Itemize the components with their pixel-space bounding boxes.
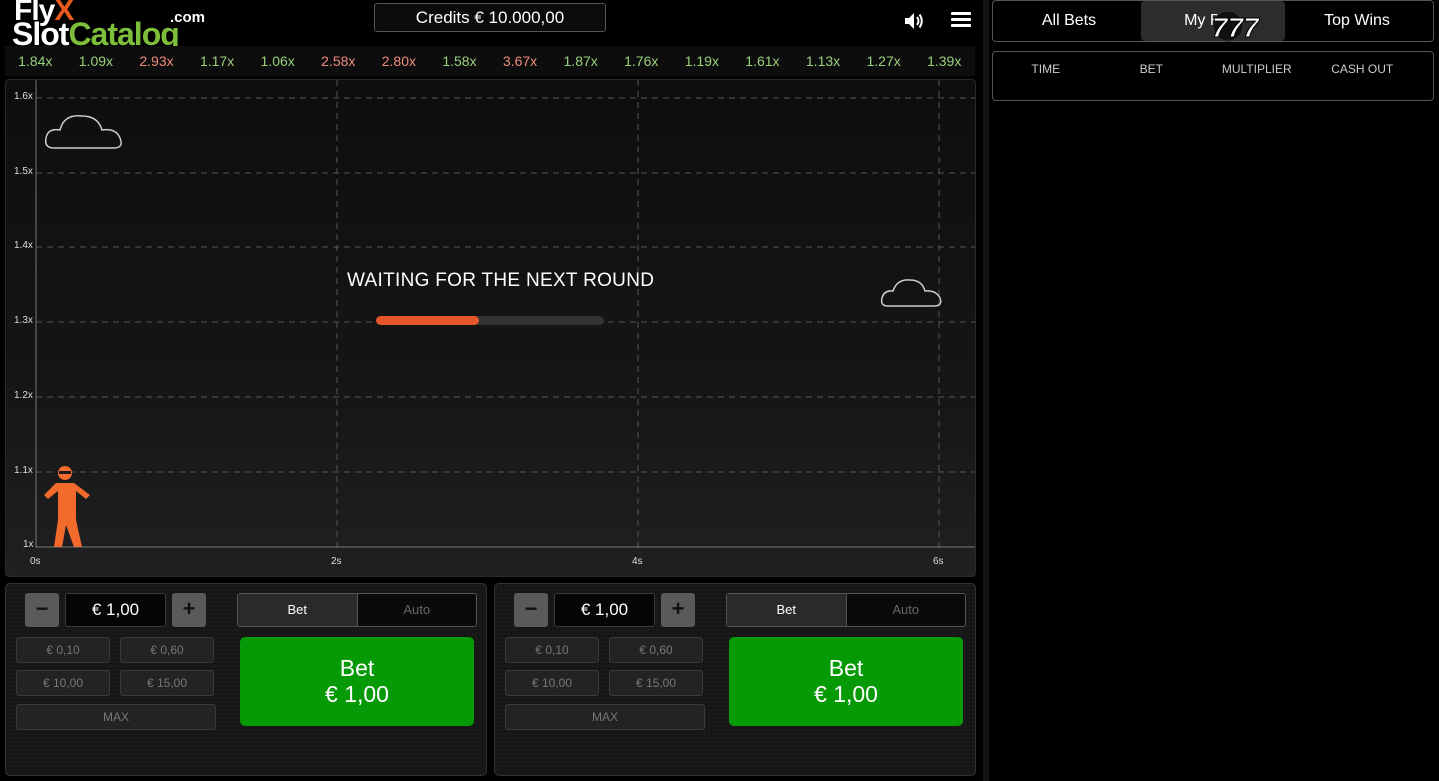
- column-header-multiplier: MULTIPLIER: [1221, 62, 1292, 76]
- menu-icon[interactable]: [951, 12, 971, 30]
- history-multiplier: 1.27x: [866, 53, 901, 69]
- bet-button-label: Bet: [828, 655, 864, 681]
- max-bet-button[interactable]: MAX: [16, 704, 216, 730]
- bet-mode-toggle: Bet Auto: [726, 593, 966, 627]
- tab-top-wins[interactable]: Top Wins: [1285, 1, 1429, 41]
- y-axis-label: 1.1x: [14, 465, 33, 476]
- place-bet-button[interactable]: Bet € 1,00: [240, 637, 474, 726]
- round-progress-bar: [376, 316, 604, 325]
- multiplier-history: 1.84x 1.09x 2.93x 1.17x 1.06x 2.58x 2.80x 1.58x…: [5, 46, 975, 76]
- history-multiplier: 1.19x: [684, 53, 719, 69]
- history-multiplier: 1.87x: [563, 53, 598, 69]
- history-multiplier: 2.93x: [139, 53, 174, 69]
- panel-divider: [983, 0, 989, 781]
- bet-button-amount: € 1,00: [814, 681, 878, 707]
- increase-bet-button[interactable]: +: [172, 593, 206, 627]
- history-multiplier: 1.09x: [78, 53, 114, 69]
- quick-bet-chip[interactable]: € 0,10: [505, 637, 599, 663]
- quick-bet-chip[interactable]: € 10,00: [16, 670, 110, 696]
- quick-bet-chip[interactable]: € 0,60: [120, 637, 214, 663]
- column-header-bet: BET: [1139, 62, 1163, 76]
- history-multiplier: 1.13x: [805, 53, 841, 69]
- decrease-bet-button[interactable]: −: [514, 593, 548, 627]
- cloud-icon: [880, 279, 942, 307]
- x-axis-label: 2s: [331, 556, 342, 567]
- quick-bet-chip[interactable]: € 15,00: [120, 670, 214, 696]
- bet-button-label: Bet: [339, 655, 375, 681]
- cloud-icon: [44, 115, 122, 149]
- quick-bet-chip[interactable]: € 15,00: [609, 670, 703, 696]
- history-multiplier: 2.58x: [321, 53, 356, 69]
- y-axis-label: 1.5x: [14, 166, 33, 177]
- history-multiplier: 1.39x: [927, 53, 962, 69]
- y-axis-label: 1.3x: [14, 315, 33, 326]
- bet-amount-input[interactable]: € 1,00: [554, 593, 655, 627]
- y-axis-label: 1.4x: [14, 240, 33, 251]
- bet-panel-1: − € 1,00 + Bet Auto € 0,10 € 0,60 € 10,0…: [5, 583, 487, 776]
- x-axis-label: 4s: [632, 556, 643, 567]
- y-axis-label: 1.6x: [14, 91, 33, 102]
- bet-mode-toggle: Bet Auto: [237, 593, 477, 627]
- round-progress-fill: [376, 316, 479, 325]
- tab-bet-mode[interactable]: Bet: [238, 594, 357, 626]
- logo-dotcom: .com: [170, 9, 206, 26]
- column-header-time: TIME: [1031, 62, 1061, 76]
- badge-text: 777: [1212, 12, 1260, 42]
- sound-icon[interactable]: [903, 10, 925, 32]
- quick-bet-chip[interactable]: € 10,00: [505, 670, 599, 696]
- decrease-bet-button[interactable]: −: [25, 593, 59, 627]
- x-axis-label: 0s: [30, 556, 41, 567]
- quick-bet-chip[interactable]: € 0,60: [609, 637, 703, 663]
- column-header-cash-out: CASH OUT: [1331, 62, 1394, 76]
- history-multiplier: 1.61x: [745, 53, 780, 69]
- x-axis-label: 6s: [933, 556, 944, 567]
- y-axis-label: 1x: [23, 539, 34, 550]
- waiting-message: WAITING FOR THE NEXT ROUND: [347, 270, 655, 291]
- bets-table: TIME BET MULTIPLIER CASH OUT: [992, 51, 1434, 101]
- tab-auto-mode[interactable]: Auto: [845, 594, 966, 626]
- credits-display: Credits € 10.000,00: [374, 3, 606, 32]
- history-multiplier: 1.76x: [624, 53, 659, 69]
- history-multiplier: 1.17x: [199, 53, 235, 69]
- tab-bet-mode[interactable]: Bet: [727, 594, 846, 626]
- quick-bet-chip[interactable]: € 0,10: [16, 637, 110, 663]
- history-multiplier: 1.84x: [18, 53, 53, 69]
- tab-auto-mode[interactable]: Auto: [356, 594, 477, 626]
- tab-all-bets[interactable]: All Bets: [997, 1, 1141, 41]
- history-multiplier: 1.06x: [260, 53, 295, 69]
- max-bet-button[interactable]: MAX: [505, 704, 705, 730]
- bet-amount-input[interactable]: € 1,00: [65, 593, 166, 627]
- bet-button-amount: € 1,00: [325, 681, 389, 707]
- history-multiplier: 1.58x: [442, 53, 477, 69]
- increase-bet-button[interactable]: +: [661, 593, 695, 627]
- y-axis-label: 1.2x: [14, 390, 33, 401]
- graph-grid: [35, 80, 975, 548]
- bet-panel-2: − € 1,00 + Bet Auto € 0,10 € 0,60 € 10,0…: [494, 583, 976, 776]
- place-bet-button[interactable]: Bet € 1,00: [729, 637, 963, 726]
- history-multiplier: 2.80x: [381, 53, 416, 69]
- game-graph: 1.6x 1.5x 1.4x 1.3x 1.2x 1.1x 1x 0s 2s 4…: [5, 79, 976, 577]
- history-multiplier: 3.67x: [502, 53, 538, 69]
- pilot-icon: [44, 466, 90, 547]
- 777-badge-icon: 777: [1210, 10, 1266, 44]
